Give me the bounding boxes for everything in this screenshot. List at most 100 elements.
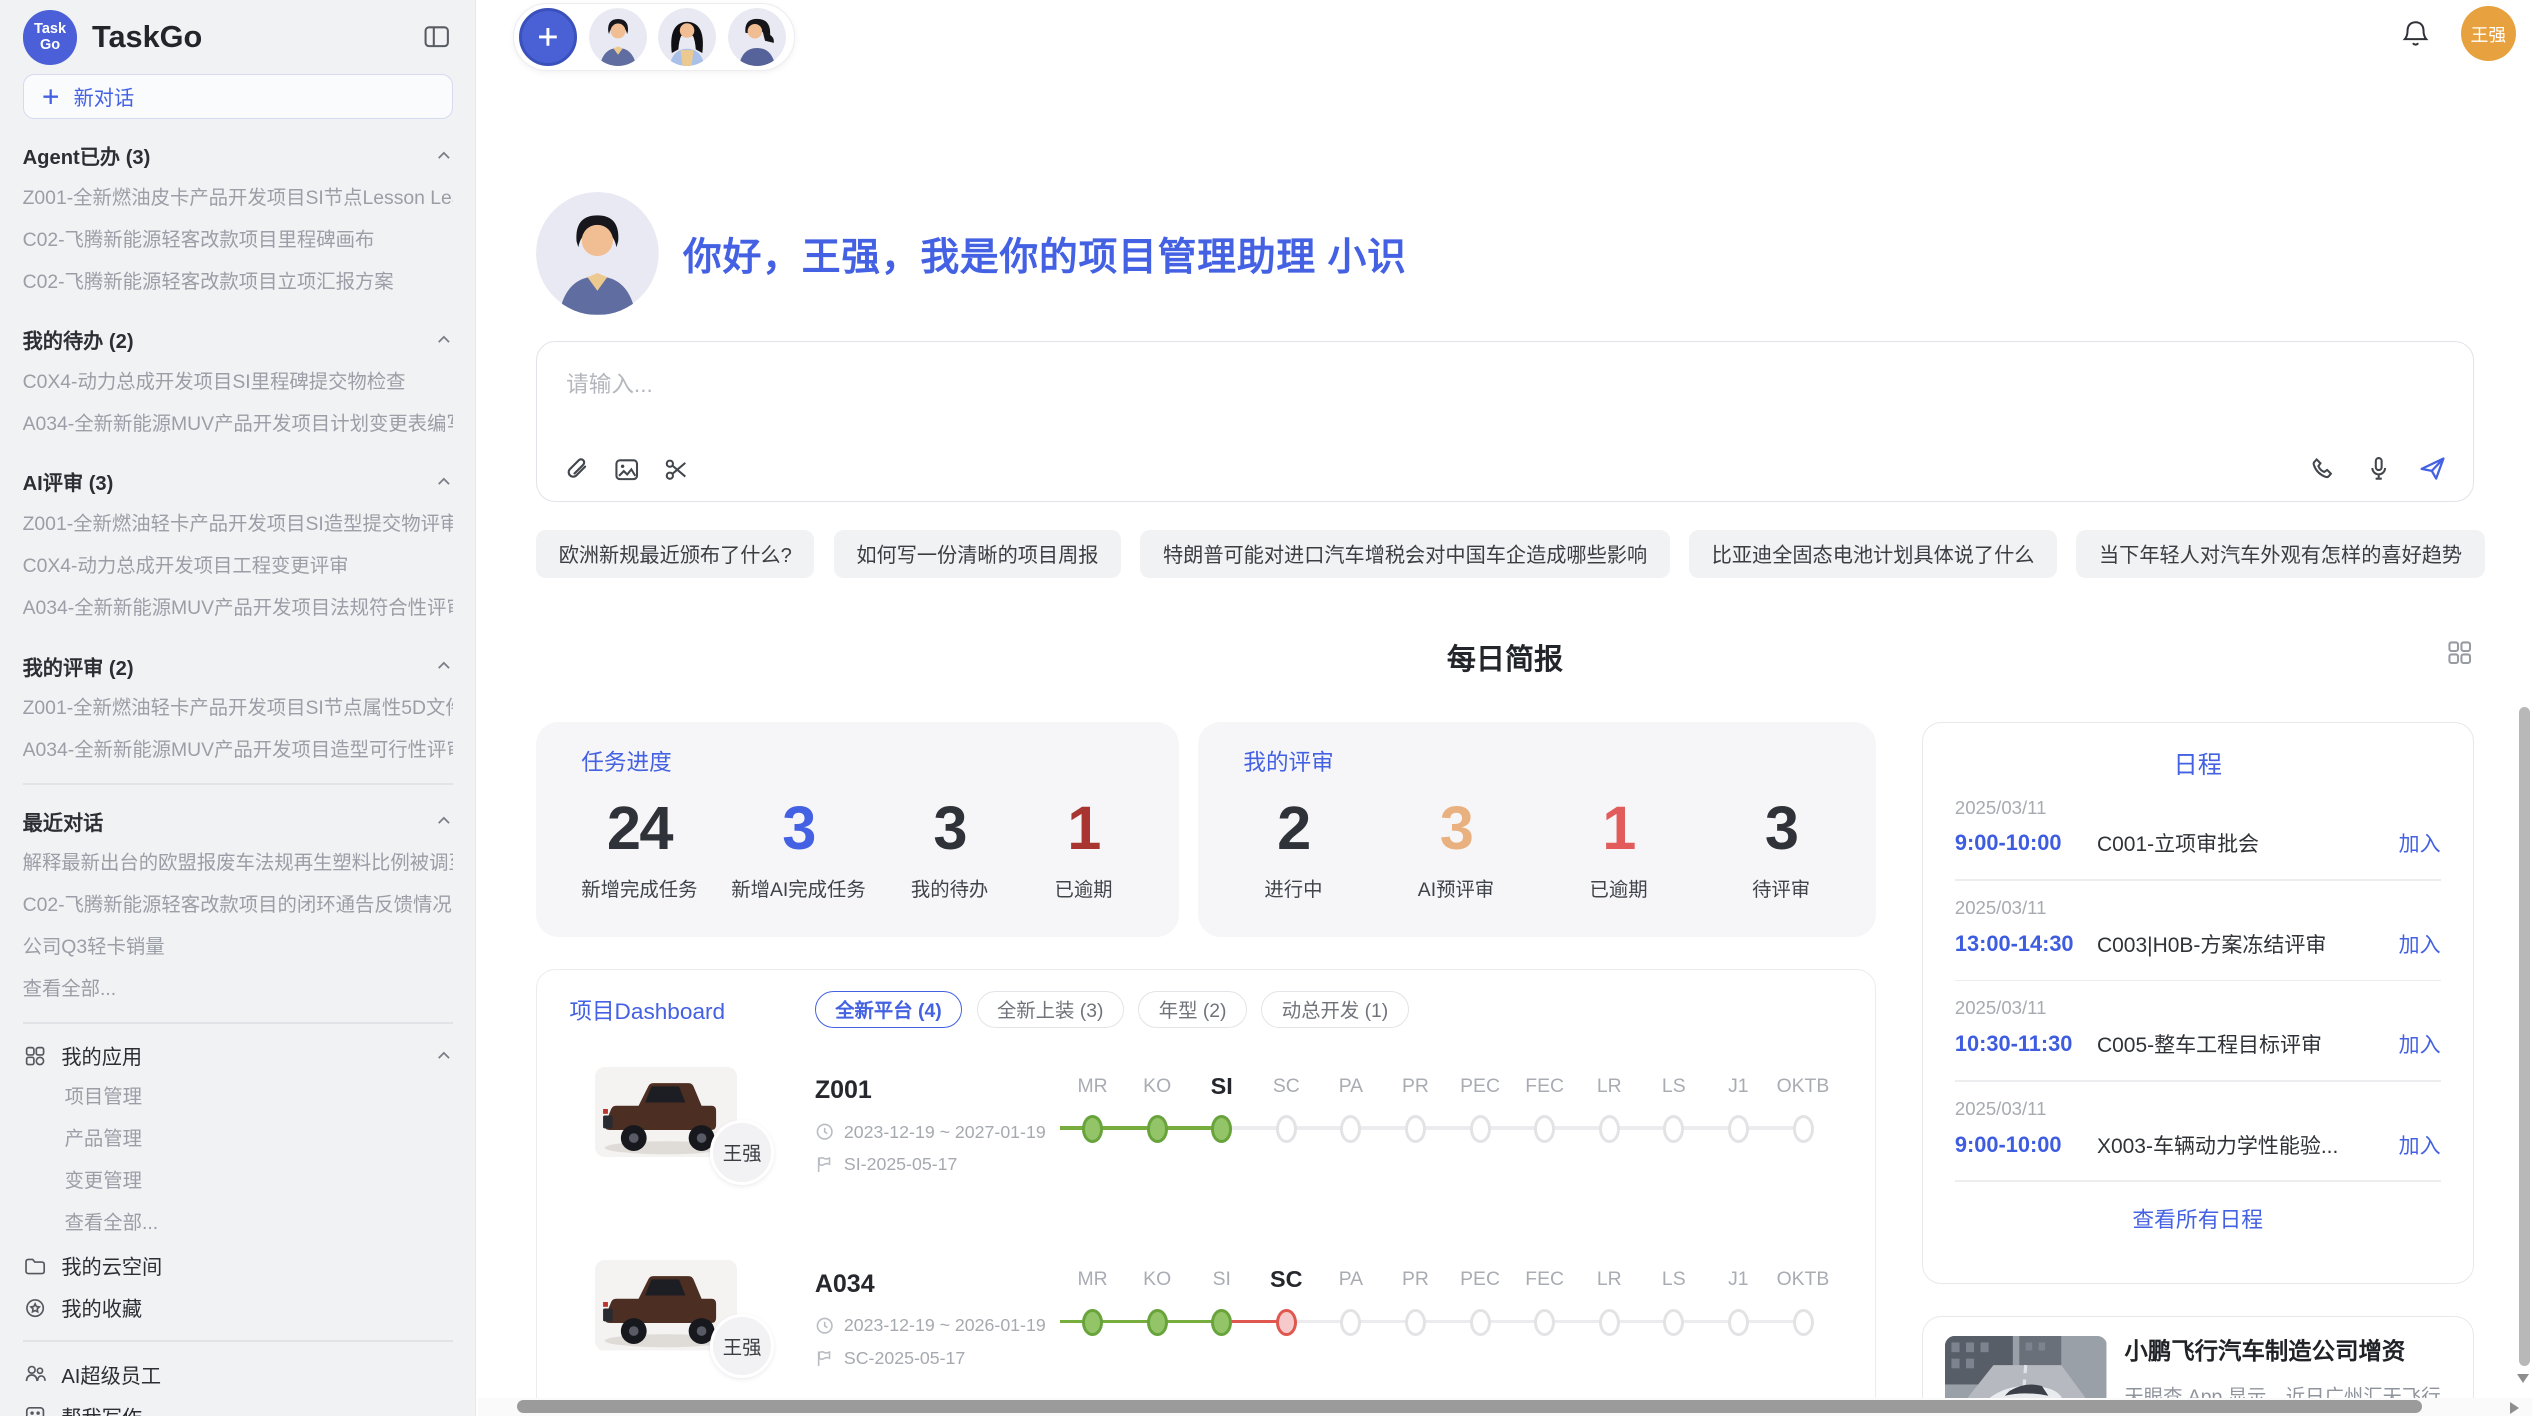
cloud-space-label: 我的云空间 (61, 1251, 162, 1280)
milestone-dot (1147, 1115, 1168, 1142)
scroll-right-arrow[interactable] (2510, 1402, 2519, 1414)
join-link[interactable]: 加入 (2399, 1029, 2441, 1059)
agent-avatar[interactable] (728, 8, 786, 66)
vertical-scrollbar-thumb[interactable] (2519, 707, 2530, 1366)
sidebar-item[interactable]: 查看全部... (23, 969, 453, 1011)
project-row[interactable]: 王强A0342023-12-19 ~ 2026-01-19SC-2025-05-… (537, 1257, 1875, 1415)
sidebar-section-header[interactable]: 我的评审 (2) (23, 644, 453, 688)
suggestion-chip[interactable]: 如何写一份清晰的项目周报 (834, 530, 1121, 578)
greeting-text: 你好，王强，我是你的项目管理助理 小识 (683, 226, 1407, 282)
milestone-dot (1728, 1309, 1749, 1336)
sidebar-item[interactable]: A034-全新新能源MUV产品开发项目造型可行性评审 (23, 730, 453, 772)
chevron-up-icon (435, 1047, 453, 1065)
sidebar-item[interactable]: Z001-全新燃油轻卡产品开发项目SI节点属性5D文件评审 (23, 688, 453, 730)
milestone-label: SC (1254, 1260, 1319, 1299)
sidebar-item-ai-super-staff[interactable]: AI超级员工 (23, 1353, 453, 1395)
dashboard-tab[interactable]: 全新平台 (4) (815, 991, 962, 1028)
stat-value: 1 (1568, 787, 1668, 871)
sidebar-item[interactable]: Z001-全新燃油轻卡产品开发项目SI造型提交物评审 (23, 504, 453, 546)
sidebar-item[interactable]: Z001-全新燃油皮卡产品开发项目SI节点Lesson Learn报告 (23, 178, 453, 220)
dashboard-tab[interactable]: 全新上装 (3) (977, 991, 1124, 1028)
milestone-dot (1211, 1115, 1232, 1142)
sidebar-section-header[interactable]: 我的待办 (2) (23, 318, 453, 362)
milestone-dot (1728, 1115, 1749, 1142)
stat-label: 已逾期 (1033, 874, 1133, 902)
apps-grid-icon (23, 1044, 47, 1068)
suggestion-chip[interactable]: 当下年轻人对汽车外观有怎样的喜好趋势 (2076, 530, 2484, 578)
sidebar-item[interactable]: 公司Q3轻卡销量 (23, 927, 453, 969)
sidebar-section-header[interactable]: 最近对话 (23, 799, 453, 843)
user-avatar[interactable]: 王强 (2461, 6, 2516, 61)
message-input[interactable] (537, 342, 2473, 429)
event-time: 9:00-10:00 (1955, 830, 2097, 856)
sidebar-item[interactable]: A034-全新新能源MUV产品开发项目法规符合性评审 (23, 588, 453, 630)
sidebar-item[interactable]: C02-飞腾新能源轻客改款项目里程碑画布 (23, 220, 453, 262)
stat-label: 已逾期 (1568, 874, 1668, 902)
card-title: 任务进度 (581, 744, 1133, 777)
my-apps-left: 我的应用 (23, 1041, 142, 1070)
favorites-medal-icon (23, 1296, 47, 1320)
sidebar-item-favorites[interactable]: 我的收藏 (23, 1287, 453, 1329)
project-row[interactable]: 王强Z0012023-12-19 ~ 2027-01-19SI-2025-05-… (537, 1064, 1875, 1222)
scissors-icon[interactable] (663, 456, 690, 483)
agent-avatar[interactable] (589, 8, 647, 66)
logo-line2: Go (40, 37, 60, 53)
sidebar-item[interactable]: C02-飞腾新能源轻客改款项目立项汇报方案 (23, 262, 453, 304)
my-apps-subitem[interactable]: 产品管理 (65, 1119, 453, 1161)
milestone-dot (1663, 1309, 1684, 1336)
sidebar-item-cloud-space[interactable]: 我的云空间 (23, 1245, 453, 1287)
sidebar-item-help-me-write[interactable]: 帮我写作 (23, 1395, 453, 1416)
dashboard-tab[interactable]: 动总开发 (1) (1261, 991, 1408, 1028)
my-apps-subitem[interactable]: 项目管理 (65, 1077, 453, 1119)
stat-column: 3AI预评审 (1406, 787, 1506, 902)
stat-column: 1 已逾期 (1568, 787, 1668, 902)
collapse-sidebar-button[interactable] (420, 21, 452, 53)
join-link[interactable]: 加入 (2399, 929, 2441, 959)
dashboard-tab[interactable]: 年型 (2) (1138, 991, 1247, 1028)
join-link[interactable]: 加入 (2399, 1130, 2441, 1160)
my-apps-subitem[interactable]: 查看全部... (65, 1203, 453, 1245)
notification-bell-icon[interactable] (2401, 19, 2430, 48)
phone-call-icon[interactable] (2311, 455, 2338, 482)
add-agent-button[interactable] (519, 8, 577, 66)
brief-layout-grid-icon[interactable] (2446, 639, 2473, 673)
send-icon[interactable] (2418, 454, 2447, 483)
stat-value: 1 (1033, 787, 1133, 871)
sidebar-item[interactable]: C0X4-动力总成开发项目工程变更评审 (23, 546, 453, 588)
composer-right-tools (2311, 454, 2447, 483)
milestone-track: MRKOSISCPAPRPECFECLRLSJ1OKTB (1060, 1067, 1842, 1148)
new-chat-button[interactable]: 新对话 (23, 74, 453, 119)
sidebar-item[interactable]: A034-全新新能源MUV产品开发项目计划变更表编写 (23, 404, 453, 446)
sidebar-item[interactable]: 解释最新出台的欧盟报废车法规再生塑料比例被调至15%... (23, 843, 453, 885)
attachment-paperclip-icon[interactable] (563, 456, 590, 483)
suggestion-chip[interactable]: 特朗普可能对进口汽车增税会对中国车企造成哪些影响 (1140, 530, 1669, 578)
milestone-label: MR (1060, 1260, 1125, 1299)
sidebar-section-header[interactable]: Agent已办 (3) (23, 134, 453, 178)
agent-avatars (589, 8, 786, 66)
plus-icon (41, 87, 60, 106)
my-apps-subitem[interactable]: 变更管理 (65, 1161, 453, 1203)
sidebar-section-header[interactable]: AI评审 (3) (23, 460, 453, 504)
horizontal-scrollbar-thumb[interactable] (517, 1400, 2422, 1413)
project-list: 王强Z0012023-12-19 ~ 2027-01-19SI-2025-05-… (537, 1064, 1875, 1416)
sidebar-item-my-apps[interactable]: 我的应用 (23, 1035, 453, 1077)
join-link[interactable]: 加入 (2399, 828, 2441, 858)
agent-avatar[interactable] (658, 8, 716, 66)
stat-label: 新增AI完成任务 (731, 874, 865, 902)
microphone-icon[interactable] (2365, 455, 2392, 482)
milestone-label: PA (1319, 1067, 1384, 1106)
stat-label: AI预评审 (1406, 874, 1506, 902)
milestone-label: OKTB (1771, 1260, 1836, 1299)
scroll-down-arrow[interactable] (2517, 1374, 2529, 1383)
image-upload-icon[interactable] (613, 456, 640, 483)
suggestion-chip[interactable]: 欧洲新规最近颁布了什么? (536, 530, 814, 578)
suggestion-chip[interactable]: 比亚迪全固态电池计划具体说了什么 (1689, 530, 2057, 578)
sidebar-item[interactable]: C0X4-动力总成开发项目SI里程碑提交物检查 (23, 362, 453, 404)
sidebar-item[interactable]: C02-飞腾新能源轻客改款项目的闭环通告反馈情况 (23, 885, 453, 927)
favorites-label: 我的收藏 (61, 1293, 142, 1322)
view-all-schedule-link[interactable]: 查看所有日程 (1923, 1203, 2473, 1234)
logo-line1: Task (34, 21, 66, 37)
flag-icon (815, 1349, 834, 1368)
milestone-dots (1060, 1306, 1842, 1342)
milestone-dot (1405, 1309, 1426, 1336)
